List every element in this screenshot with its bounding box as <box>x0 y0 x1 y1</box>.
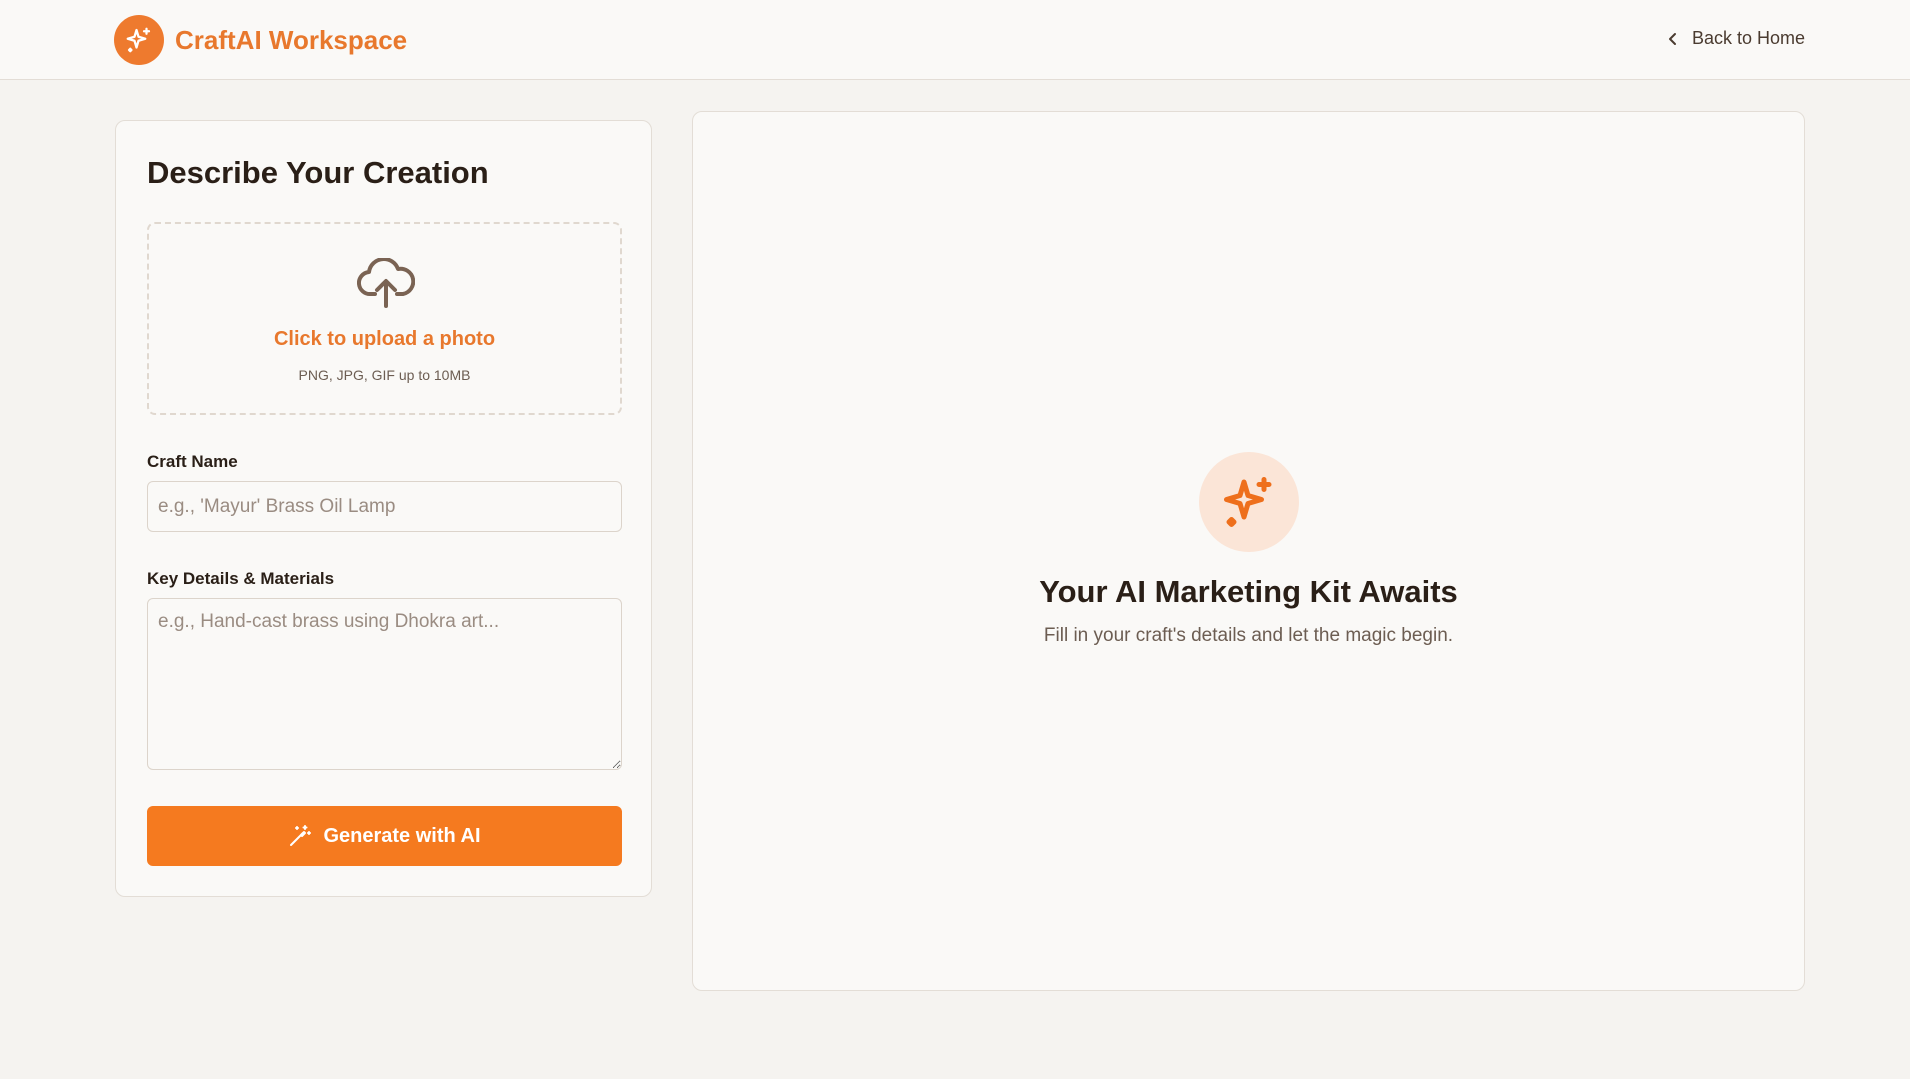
card-title: Describe Your Creation <box>147 155 489 190</box>
brand-title: CraftAI Workspace <box>175 24 408 55</box>
marketing-kit-panel: Your AI Marketing Kit Awaits Fill in you… <box>692 111 1805 991</box>
back-link-label: Back to Home <box>1691 28 1805 48</box>
craft-name-label: Craft Name <box>147 452 238 471</box>
generate-button-label: Generate with AI <box>323 824 481 847</box>
top-header: CraftAI Workspace Back to Home <box>0 0 1910 80</box>
empty-state-subtitle: Fill in your craft's details and let the… <box>1043 625 1454 646</box>
sparkles-icon <box>114 15 164 65</box>
photo-upload-dropzone[interactable]: Click to upload a photo PNG, JPG, GIF up… <box>147 222 622 415</box>
craft-name-input[interactable] <box>147 481 622 532</box>
generate-with-ai-button[interactable]: Generate with AI <box>147 806 622 866</box>
empty-state-title: Your AI Marketing Kit Awaits <box>1039 574 1458 609</box>
brand[interactable]: CraftAI Workspace <box>114 15 407 65</box>
empty-state-badge <box>1199 452 1299 552</box>
upload-prompt: Click to upload a photo <box>273 328 496 350</box>
describe-creation-card: Describe Your Creation Click to upload a… <box>115 120 652 897</box>
cloud-upload-icon <box>357 258 415 308</box>
magic-wand-icon <box>290 825 312 846</box>
key-details-label: Key Details & Materials <box>147 569 335 588</box>
sparkles-icon <box>1224 477 1272 527</box>
key-details-textarea[interactable] <box>147 598 622 770</box>
upload-hint: PNG, JPG, GIF up to 10MB <box>298 367 471 383</box>
chevron-left-icon <box>1668 32 1676 45</box>
back-to-home-link[interactable]: Back to Home <box>1668 28 1805 49</box>
